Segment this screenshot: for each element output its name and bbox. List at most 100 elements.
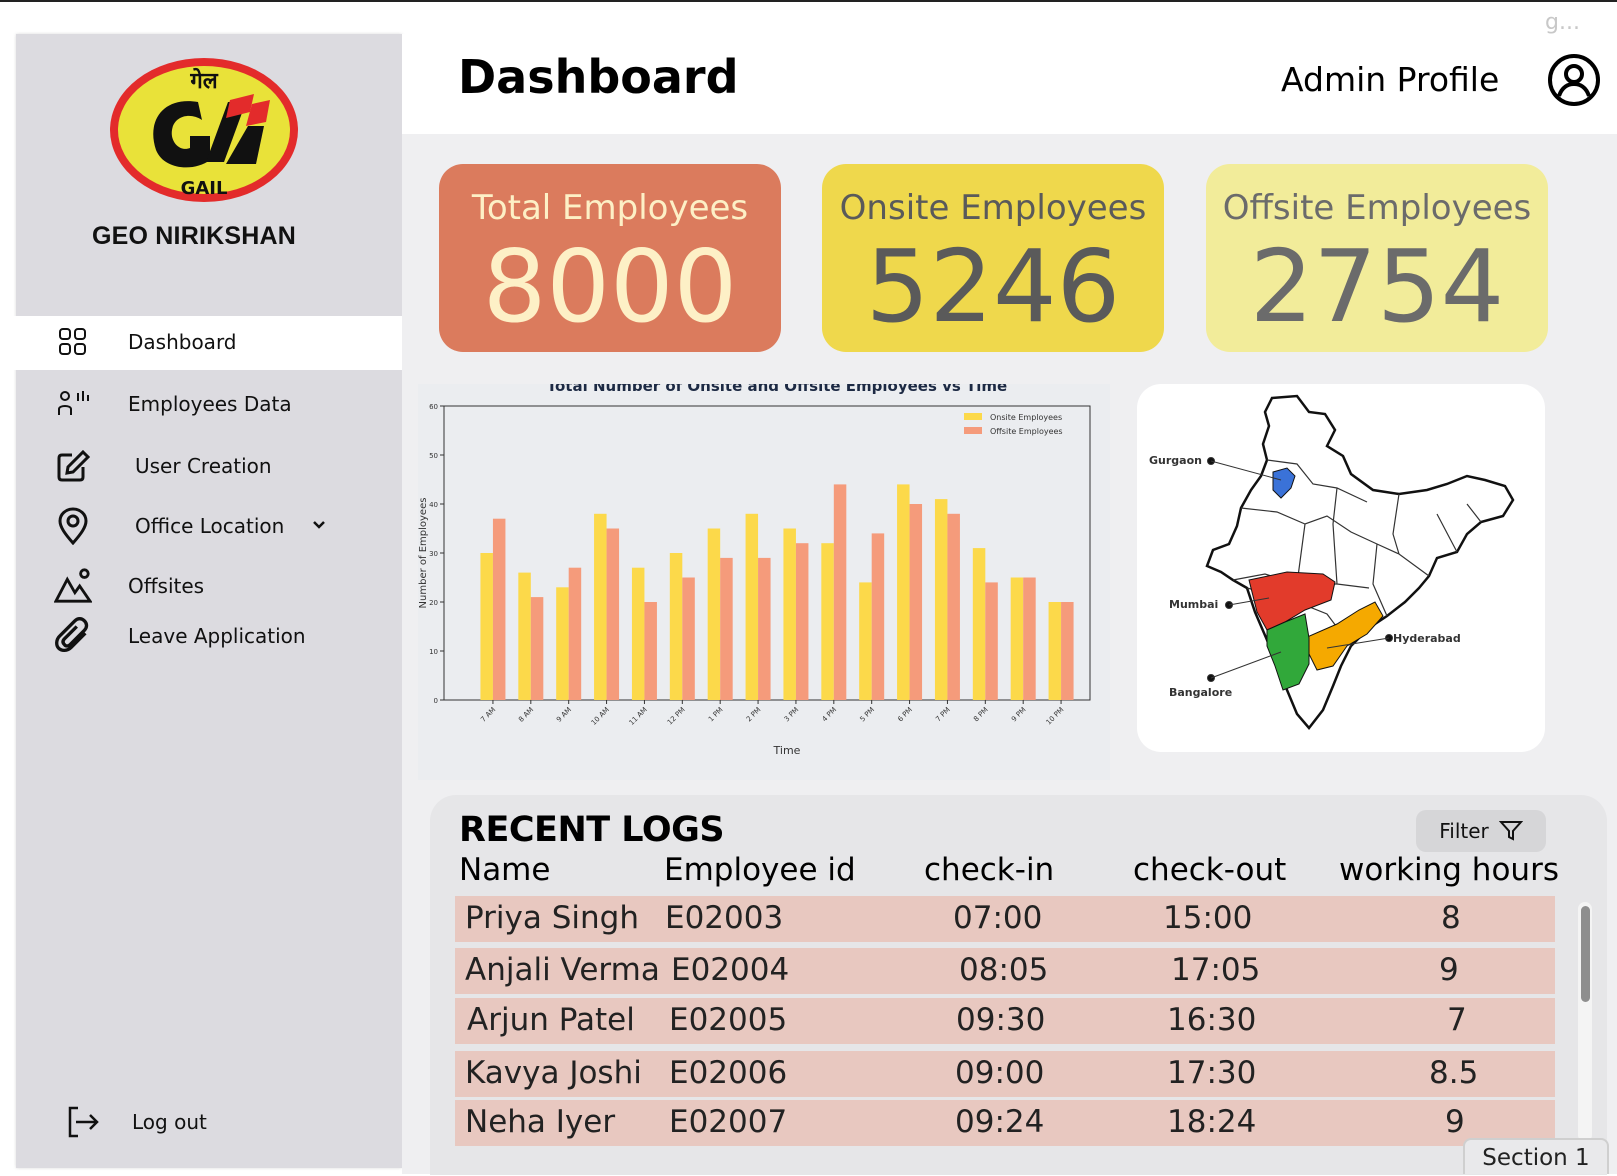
cell-working-hours: 8.5: [1429, 1055, 1479, 1091]
map-city-label: Gurgaon: [1149, 454, 1202, 467]
cell-name: Neha Iyer: [465, 1104, 616, 1140]
table-row[interactable]: Neha Iyer E02007 09:24 18:24 9: [455, 1100, 1555, 1146]
cell-check-out: 15:00: [1163, 900, 1253, 936]
bar-onsite: [631, 567, 645, 700]
logo-bottom-text: GAIL: [181, 178, 228, 199]
y-axis-label: Number of Employees: [418, 498, 429, 609]
gail-logo: गेल GAIL: [110, 58, 298, 202]
cell-working-hours: 9: [1439, 952, 1459, 988]
cell-check-out: 18:24: [1167, 1104, 1257, 1140]
sidebar-item-label: Employees Data: [128, 392, 292, 416]
bar-offsite: [606, 528, 620, 700]
cell-name: Kavya Joshi: [465, 1055, 642, 1091]
sidebar-item-label: User Creation: [135, 454, 272, 478]
filter-icon: [1498, 821, 1523, 841]
bar-onsite: [934, 499, 948, 700]
x-tick-label: 9 PM: [1010, 706, 1028, 724]
bar-onsite: [1010, 577, 1024, 700]
bar-onsite: [897, 484, 910, 700]
table-row[interactable]: Priya Singh E02003 07:00 15:00 8: [455, 896, 1555, 942]
bar-offsite: [758, 557, 771, 700]
y-tick-label: 0: [434, 697, 438, 705]
x-axis-label: Time: [773, 744, 801, 757]
app-name: GEO NIRIKSHAN: [91, 222, 296, 250]
table-row[interactable]: Anjali Verma E02004 08:05 17:05 9: [455, 948, 1555, 994]
bar-offsite: [833, 484, 847, 700]
x-tick-label: 9 AM: [555, 706, 573, 724]
cell-check-in: 09:30: [956, 1002, 1046, 1038]
section-tab[interactable]: Section 1: [1463, 1138, 1609, 1174]
bar-offsite: [530, 597, 544, 700]
y-tick-label: 10: [429, 648, 438, 656]
x-tick-label: 10 PM: [1045, 706, 1066, 727]
logs-scrollbar-thumb[interactable]: [1581, 906, 1590, 1002]
india-map-panel: Gurgaon Mumbai Hyderabad Bangalore: [1137, 384, 1545, 752]
cell-check-in: 09:00: [955, 1055, 1045, 1091]
sidebar-item-leave-application[interactable]: Leave Application: [54, 614, 306, 658]
bar-onsite: [518, 572, 531, 700]
y-tick-label: 20: [429, 599, 438, 607]
sidebar-item-label: Dashboard: [128, 330, 237, 354]
user-avatar-icon[interactable]: [1546, 52, 1602, 108]
logout-button[interactable]: Log out: [64, 1100, 207, 1144]
bar-offsite: [568, 567, 582, 700]
y-tick-label: 50: [429, 452, 438, 460]
bar-offsite: [871, 533, 885, 700]
recent-logs-title: RECENT LOGS: [459, 810, 725, 850]
x-tick-label: 2 PM: [745, 706, 763, 724]
admin-profile-link[interactable]: Admin Profile: [1281, 60, 1499, 99]
bar-onsite: [821, 543, 834, 700]
bar-onsite: [972, 548, 986, 700]
cell-check-out: 17:05: [1171, 952, 1261, 988]
india-outline: [1205, 394, 1515, 730]
users-chart-icon: [54, 385, 92, 423]
x-tick-label: 4 PM: [821, 706, 839, 724]
sidebar-item-dashboard[interactable]: Dashboard: [54, 320, 237, 364]
sidebar-item-employees-data[interactable]: Employees Data: [54, 382, 292, 426]
legend-label: Onsite Employees: [990, 413, 1062, 422]
x-tick-label: 3 PM: [783, 706, 801, 724]
bar-onsite: [669, 553, 683, 700]
cell-check-in: 08:05: [959, 952, 1049, 988]
sidebar-item-offsites[interactable]: Offsites: [54, 564, 204, 608]
employees-bar-chart: Total Number of Onsite and Offsite Emplo…: [418, 377, 1091, 757]
filter-button[interactable]: Filter: [1416, 810, 1546, 852]
top-border: [0, 0, 1617, 2]
sidebar-item-office-location[interactable]: Office Location: [54, 504, 326, 548]
x-tick-label: 10 AM: [590, 706, 611, 727]
onsite-employees-card: Onsite Employees 5246: [822, 164, 1164, 352]
cell-employee-id: E02005: [669, 1002, 788, 1038]
column-header-name: Name: [459, 852, 551, 888]
cell-name: Anjali Verma: [465, 952, 660, 988]
logo-top-text: गेल: [189, 67, 218, 94]
x-tick-label: 1 PM: [707, 706, 725, 724]
column-header-employee-id: Employee id: [664, 852, 856, 888]
cell-name: Arjun Patel: [467, 1002, 635, 1038]
cell-check-in: 07:00: [953, 900, 1043, 936]
cell-name: Priya Singh: [465, 900, 639, 936]
table-row[interactable]: Kavya Joshi E02006 09:00 17:30 8.5: [455, 1051, 1555, 1097]
page-title: Dashboard: [458, 50, 739, 104]
cell-check-out: 17:30: [1167, 1055, 1257, 1091]
filter-label: Filter: [1439, 819, 1489, 843]
stat-value: 8000: [482, 228, 738, 345]
sidebar-item-label: Offsites: [128, 574, 205, 598]
bar-offsite: [909, 504, 923, 700]
legend-label: Offsite Employees: [990, 427, 1063, 436]
edit-icon: [54, 447, 92, 485]
logout-icon: [64, 1103, 102, 1141]
cell-check-in: 09:24: [955, 1104, 1045, 1140]
stat-value: 5246: [865, 228, 1121, 345]
x-tick-label: 7 PM: [934, 706, 952, 724]
logout-label: Log out: [132, 1110, 207, 1134]
sidebar-item-label: Office Location: [135, 514, 285, 538]
x-tick-label: 8 PM: [972, 706, 990, 724]
table-row[interactable]: Arjun Patel E02005 09:30 16:30 7: [455, 998, 1555, 1044]
sidebar-item-user-creation[interactable]: User Creation: [54, 444, 272, 488]
chevron-down-icon[interactable]: [312, 517, 326, 535]
y-tick-label: 40: [429, 501, 438, 509]
map-city-label: Bangalore: [1169, 686, 1232, 699]
stat-value: 2754: [1249, 228, 1505, 345]
bar-onsite: [1048, 602, 1062, 700]
cell-employee-id: E02003: [665, 900, 784, 936]
